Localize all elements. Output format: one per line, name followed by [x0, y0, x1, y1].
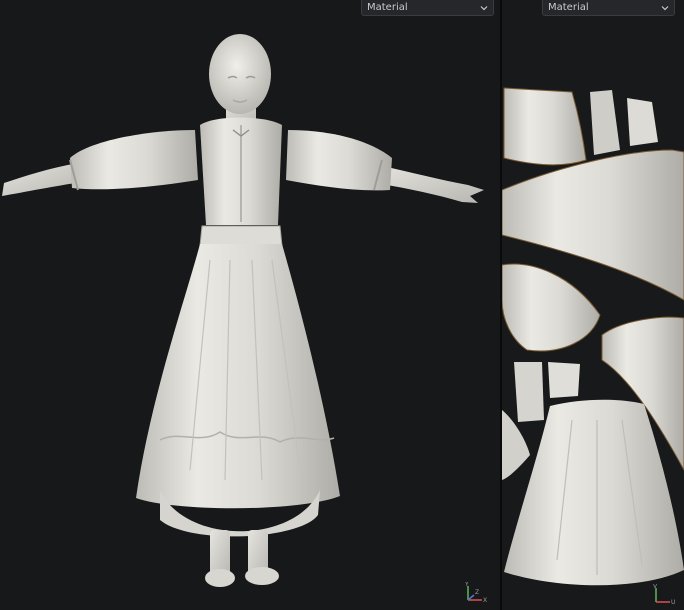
uv-axis-gizmo-icon: U V — [650, 584, 676, 606]
shading-mode-label: Material — [367, 2, 408, 13]
axis-z-label: Z — [475, 589, 479, 596]
axis-v-label: V — [653, 584, 658, 590]
chevron-down-icon — [661, 6, 669, 11]
viewport-uv[interactable]: Material U V — [502, 0, 684, 610]
uv-shading-mode-dropdown[interactable]: Material — [542, 0, 675, 16]
chevron-down-icon — [480, 6, 488, 11]
uv-shading-mode-label: Material — [548, 2, 589, 13]
shading-mode-dropdown[interactable]: Material — [361, 0, 494, 16]
axis-x-label: X — [483, 597, 487, 604]
avatar-model-render[interactable] — [0, 0, 500, 610]
axis-gizmo-icon: X Y Z — [462, 582, 488, 604]
axis-y-label: Y — [464, 582, 469, 588]
axis-u-label: U — [671, 599, 675, 606]
app-window: Material X Y Z Material U V — [0, 0, 684, 610]
viewport-3d[interactable]: Material X Y Z — [0, 0, 500, 610]
uv-layout-render[interactable] — [502, 0, 684, 610]
